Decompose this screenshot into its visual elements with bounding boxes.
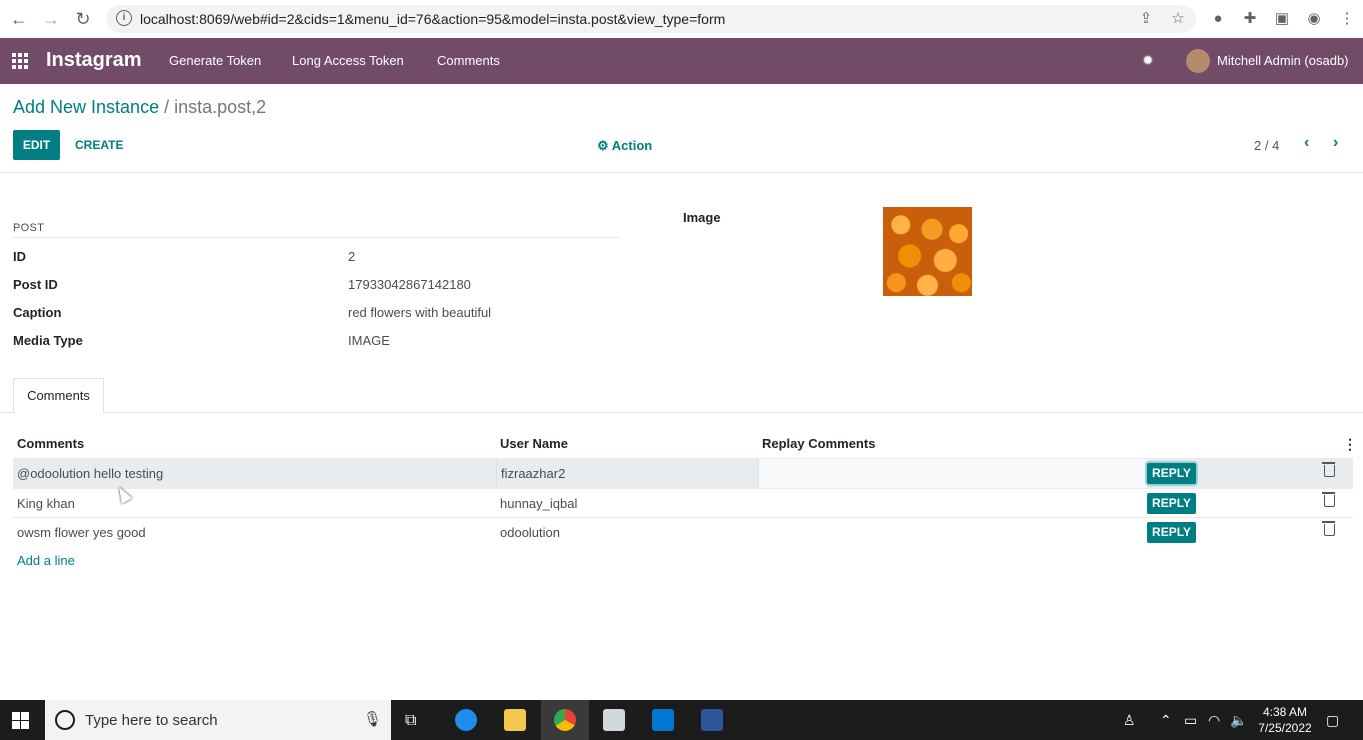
windows-taskbar: Type here to search 🎙 ⧉ ♙ ⌃ ▭ ◠ 🔈 4:38 A… [0,700,1363,740]
trash-icon[interactable] [1322,521,1335,536]
action-label: Action [611,138,653,153]
optional-columns-icon[interactable]: ⋮ [1343,436,1357,453]
breadcrumb-current: / insta.post,2 [164,97,267,117]
microphone-icon[interactable]: 🎙 [363,710,382,728]
field-value-media-type: IMAGE [348,333,390,348]
apps-menu-icon[interactable] [12,53,30,69]
column-header-replay-comments[interactable]: Replay Comments [762,436,875,451]
breadcrumb-parent[interactable]: Add New Instance [13,97,159,117]
back-icon[interactable]: ← [8,8,30,30]
extension-avatar-icon[interactable]: ● [1209,10,1227,28]
forward-icon[interactable]: → [40,8,62,30]
wifi-icon[interactable]: ◠ [1208,712,1220,729]
clock-time: 4:38 AM [1262,705,1308,719]
add-line-link[interactable]: Add a line [17,553,75,568]
field-label-caption: Caption [13,305,62,320]
battery-icon[interactable]: ▭ [1184,712,1197,729]
comment-cell[interactable]: @odoolution hello testing [17,466,163,481]
pager-value[interactable]: 2 / 4 [1254,138,1279,153]
field-label-image: Image [683,210,721,225]
taskbar-search-placeholder: Type here to search [85,712,218,729]
gear-icon: ⚙ [597,138,609,153]
column-header-comments[interactable]: Comments [17,436,84,451]
volume-icon[interactable]: 🔈 [1230,712,1247,729]
cortana-icon [55,710,75,730]
reply-button[interactable]: REPLY [1147,463,1196,484]
chevron-right-icon[interactable]: › [1333,134,1338,152]
profile-icon[interactable]: ◉ [1305,10,1323,28]
column-header-user-name[interactable]: User Name [500,436,568,451]
table-row[interactable]: @odoolution hello testing fizraazhar2 RE… [13,458,1353,488]
create-button[interactable]: CREATE [75,138,123,152]
people-icon[interactable]: ♙ [1123,712,1136,729]
section-divider [13,237,620,238]
chrome-icon[interactable] [554,709,576,731]
tab-divider [0,412,1363,413]
user-avatar[interactable] [1186,49,1210,73]
side-panel-icon[interactable]: ▣ [1273,10,1291,28]
reload-icon[interactable]: ↻ [72,8,94,30]
taskbar-search[interactable]: Type here to search 🎙 [45,700,391,740]
menu-generate-token[interactable]: Generate Token [169,53,261,68]
trash-icon[interactable] [1322,492,1335,507]
main-navbar: Instagram Generate Token Long Access Tok… [0,38,1363,84]
user-cell[interactable]: hunnay_iqbal [500,496,577,511]
menu-long-access-token[interactable]: Long Access Token [292,53,404,68]
extensions-puzzle-icon[interactable]: ✚ [1241,10,1259,28]
field-label-post-id: Post ID [13,277,58,292]
edit-button[interactable]: EDIT [13,130,60,160]
tab-comments[interactable]: Comments [13,378,104,414]
control-panel-divider [0,172,1363,173]
windows-start-icon[interactable] [12,712,29,729]
address-url[interactable]: localhost:8069/web#id=2&cids=1&menu_id=7… [140,11,725,27]
word-icon[interactable] [701,709,723,731]
task-view-icon[interactable]: ⧉ [405,712,416,730]
browser-toolbar: ← → ↻ i localhost:8069/web#id=2&cids=1&m… [0,0,1363,39]
section-title: POST [13,222,45,234]
field-value-caption: red flowers with beautiful [348,305,492,320]
breadcrumb: Add New Instance / insta.post,2 [13,97,266,118]
site-info-icon[interactable]: i [116,10,132,26]
table-row[interactable]: King khan hunnay_iqbal REPLY [13,488,1353,518]
action-dropdown[interactable]: ⚙ Action [597,138,652,154]
file-explorer-icon[interactable] [504,709,526,731]
bookmark-star-icon[interactable]: ☆ [1169,10,1187,28]
field-label-media-type: Media Type [13,333,83,348]
debug-bug-icon[interactable]: ✹ [1142,52,1154,69]
reply-button[interactable]: REPLY [1147,493,1196,514]
chrome-menu-icon[interactable]: ⋮ [1338,10,1356,28]
user-cell[interactable]: odoolution [500,525,560,540]
chevron-left-icon[interactable]: ‹ [1304,134,1309,152]
share-icon[interactable]: ⇪ [1137,10,1155,28]
replay-comment-input[interactable] [758,459,1147,488]
table-row[interactable]: owsm flower yes good odoolution REPLY [13,517,1353,547]
user-name[interactable]: Mitchell Admin (osadb) [1217,53,1349,68]
post-image[interactable] [883,207,972,296]
field-label-id: ID [13,249,26,264]
notifications-icon[interactable]: ▢ [1326,712,1339,729]
edge-icon[interactable] [455,709,477,731]
field-value-id: 2 [348,249,356,264]
reply-button[interactable]: REPLY [1147,522,1196,543]
clock-date: 7/25/2022 [1258,721,1312,735]
chevron-up-icon[interactable]: ⌃ [1160,712,1172,729]
address-bar[interactable]: i localhost:8069/web#id=2&cids=1&menu_id… [106,5,1196,33]
comment-cell[interactable]: owsm flower yes good [17,525,146,540]
vscode-icon[interactable] [652,709,674,731]
comment-cell[interactable]: King khan [17,496,75,511]
user-cell[interactable]: fizraazhar2 [496,459,565,488]
app-brand[interactable]: Instagram [46,49,142,72]
menu-comments[interactable]: Comments [437,53,500,68]
system-clock[interactable]: 4:38 AM 7/25/2022 [1250,704,1320,736]
trash-icon[interactable] [1322,462,1335,477]
remote-desktop-icon[interactable] [603,709,625,731]
field-value-post-id: 17933042867142180 [348,277,471,292]
